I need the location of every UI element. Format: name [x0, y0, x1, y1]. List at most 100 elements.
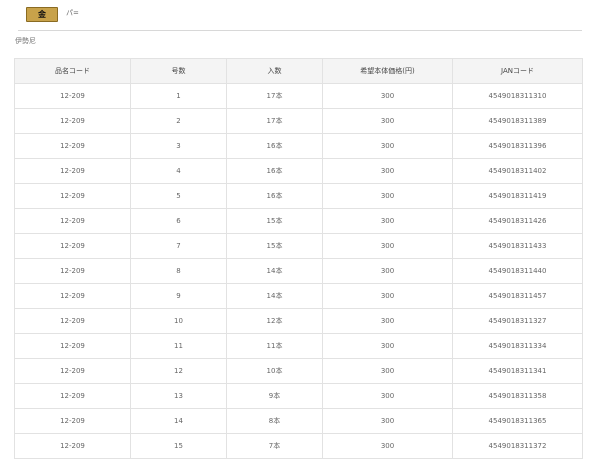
cell-product-code: 12-209 [14, 183, 131, 209]
cell-jan-code: 4549018311457 [452, 283, 583, 309]
color-badge: 金 [26, 7, 58, 22]
cell-jan-code: 4549018311433 [452, 233, 583, 259]
cell-product-code: 12-209 [14, 358, 131, 384]
cell-jan-code: 4549018311310 [452, 83, 583, 109]
cell-size: 11 [130, 333, 227, 359]
table-body: 12-209 1 17本 300 4549018311310 12-209 2 17本 300 4… [14, 83, 583, 459]
cell-size: 4 [130, 158, 227, 184]
cell-size: 8 [130, 258, 227, 284]
cell-jan-code: 4549018311358 [452, 383, 583, 409]
table-header-row: 品名コード 号数 入数 希望本体価格(円) JANコード [14, 58, 583, 84]
table-row: 12-209 14 8本 300 4549018311365 [14, 408, 583, 434]
cell-size: 2 [130, 108, 227, 134]
cell-quantity: 17本 [226, 83, 323, 109]
cell-price: 300 [322, 433, 453, 459]
cell-jan-code: 4549018311426 [452, 208, 583, 234]
cell-product-code: 12-209 [14, 283, 131, 309]
table-row: 12-209 6 15本 300 4549018311426 [14, 208, 583, 234]
cell-quantity: 14本 [226, 283, 323, 309]
cell-size: 7 [130, 233, 227, 259]
cell-price: 300 [322, 283, 453, 309]
cell-size: 13 [130, 383, 227, 409]
cell-jan-code: 4549018311396 [452, 133, 583, 159]
cell-jan-code: 4549018311419 [452, 183, 583, 209]
cell-size: 14 [130, 408, 227, 434]
cell-quantity: 9本 [226, 383, 323, 409]
cell-price: 300 [322, 208, 453, 234]
cell-size: 6 [130, 208, 227, 234]
cell-size: 1 [130, 83, 227, 109]
cell-quantity: 16本 [226, 158, 323, 184]
cell-price: 300 [322, 383, 453, 409]
cell-jan-code: 4549018311327 [452, 308, 583, 334]
cell-price: 300 [322, 133, 453, 159]
cell-jan-code: 4549018311334 [452, 333, 583, 359]
cell-price: 300 [322, 308, 453, 334]
column-header-price: 希望本体価格(円) [322, 58, 453, 84]
cell-price: 300 [322, 183, 453, 209]
cell-product-code: 12-209 [14, 83, 131, 109]
cell-quantity: 17本 [226, 108, 323, 134]
table-row: 12-209 2 17本 300 4549018311389 [14, 108, 583, 134]
cell-size: 5 [130, 183, 227, 209]
cell-size: 9 [130, 283, 227, 309]
cell-price: 300 [322, 83, 453, 109]
cell-price: 300 [322, 408, 453, 434]
cell-product-code: 12-209 [14, 308, 131, 334]
spec-table-container: 品名コード 号数 入数 希望本体価格(円) JANコード 12-209 1 17本 3… [14, 58, 583, 459]
cell-price: 300 [322, 108, 453, 134]
cell-quantity: 10本 [226, 358, 323, 384]
cell-product-code: 12-209 [14, 133, 131, 159]
table-row: 12-209 8 14本 300 4549018311440 [14, 258, 583, 284]
table-row: 12-209 13 9本 300 4549018311358 [14, 383, 583, 409]
cell-quantity: 15本 [226, 208, 323, 234]
product-name: 伊勢尼 [15, 37, 36, 45]
cell-product-code: 12-209 [14, 258, 131, 284]
cell-price: 300 [322, 358, 453, 384]
cell-quantity: 15本 [226, 233, 323, 259]
cell-size: 12 [130, 358, 227, 384]
cell-quantity: 12本 [226, 308, 323, 334]
divider [18, 30, 582, 31]
column-header-jan-code: JANコード [452, 58, 583, 84]
cell-quantity: 8本 [226, 408, 323, 434]
cell-product-code: 12-209 [14, 433, 131, 459]
cell-jan-code: 4549018311341 [452, 358, 583, 384]
cell-product-code: 12-209 [14, 108, 131, 134]
cell-price: 300 [322, 158, 453, 184]
cell-size: 10 [130, 308, 227, 334]
table-row: 12-209 10 12本 300 4549018311327 [14, 308, 583, 334]
table-row: 12-209 7 15本 300 4549018311433 [14, 233, 583, 259]
header: 金 パ= [0, 0, 600, 30]
cell-size: 3 [130, 133, 227, 159]
cell-product-code: 12-209 [14, 408, 131, 434]
cell-jan-code: 4549018311365 [452, 408, 583, 434]
table-row: 12-209 4 16本 300 4549018311402 [14, 158, 583, 184]
column-header-size: 号数 [130, 58, 227, 84]
cell-product-code: 12-209 [14, 333, 131, 359]
column-header-product-code: 品名コード [14, 58, 131, 84]
cell-jan-code: 4549018311440 [452, 258, 583, 284]
cell-quantity: 14本 [226, 258, 323, 284]
table-row: 12-209 11 11本 300 4549018311334 [14, 333, 583, 359]
table-row: 12-209 12 10本 300 4549018311341 [14, 358, 583, 384]
header-label: パ= [66, 9, 79, 17]
cell-product-code: 12-209 [14, 158, 131, 184]
cell-product-code: 12-209 [14, 383, 131, 409]
column-header-quantity: 入数 [226, 58, 323, 84]
table-row: 12-209 15 7本 300 4549018311372 [14, 433, 583, 459]
cell-quantity: 7本 [226, 433, 323, 459]
table-row: 12-209 1 17本 300 4549018311310 [14, 83, 583, 109]
cell-jan-code: 4549018311402 [452, 158, 583, 184]
cell-size: 15 [130, 433, 227, 459]
cell-price: 300 [322, 258, 453, 284]
cell-price: 300 [322, 333, 453, 359]
cell-price: 300 [322, 233, 453, 259]
cell-quantity: 16本 [226, 183, 323, 209]
table-row: 12-209 3 16本 300 4549018311396 [14, 133, 583, 159]
spec-table: 品名コード 号数 入数 希望本体価格(円) JANコード 12-209 1 17本 3… [14, 58, 583, 459]
table-row: 12-209 5 16本 300 4549018311419 [14, 183, 583, 209]
table-row: 12-209 9 14本 300 4549018311457 [14, 283, 583, 309]
cell-quantity: 11本 [226, 333, 323, 359]
cell-product-code: 12-209 [14, 208, 131, 234]
